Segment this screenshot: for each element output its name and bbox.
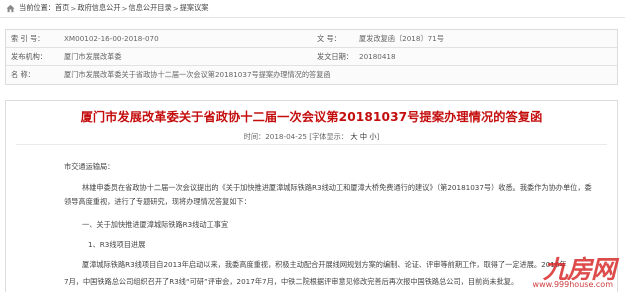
meta-row: 索 引 号： XM00102-16-00-2018-070 文 号： 厦发改复函… [6, 30, 617, 48]
date-value: 20180418 [359, 52, 396, 61]
date-label: 发文日期： [317, 51, 353, 61]
date-prefix: 时间： [243, 132, 266, 141]
name-cell: 名 称： 厦门市发展改革委关于省政协十二届一次会议第20181037号提案办理情… [6, 66, 331, 84]
docno-value: 厦发改复函〔2018〕71号 [359, 33, 444, 43]
docno-label: 文 号： [317, 33, 341, 43]
paragraph: 7月，中国铁路总公司组织召开了R3线“可研”评审会，2017年7月，中铁二院根据… [64, 277, 519, 286]
breadcrumb-gov-info-link[interactable]: 政府信息公开 [77, 3, 120, 13]
paragraph-salutation: 市交通运输局： [64, 162, 115, 171]
meta-row-name: 名 称： 厦门市发展改革委关于省政协十二届一次会议第20181037号提案办理情… [6, 66, 617, 84]
font-size-medium[interactable]: 中 [360, 132, 367, 141]
breadcrumb-proposals-link[interactable]: 提案议案 [180, 3, 209, 13]
docno-cell: 文 号： 厦发改复函〔2018〕71号 [311, 30, 617, 47]
breadcrumb-home-link[interactable]: 首页 [55, 3, 69, 13]
index-value: XM00102-16-00-2018-070 [64, 34, 159, 43]
index-label: 索 引 号： [11, 33, 45, 43]
font-size-large[interactable]: 大 [350, 132, 357, 141]
font-size-close: ] [376, 132, 380, 141]
breadcrumb-separator: > [172, 3, 179, 13]
font-size-small[interactable]: 小 [369, 132, 376, 141]
breadcrumb-separator: > [70, 3, 77, 13]
site-watermark: 九房网 www.999house.com [513, 250, 616, 292]
org-cell: 发布机构： 厦门市发展改革委 [6, 48, 311, 65]
index-cell: 索 引 号： XM00102-16-00-2018-070 [6, 30, 311, 47]
breadcrumb-divider [0, 17, 625, 18]
date-cell: 发文日期： 20180418 [311, 48, 617, 65]
section-heading: 一、关于加快推进厦漳城际铁路R3线动工事宜 [82, 220, 229, 229]
paragraph: 厦漳城际铁路R3线项目自2013年启动以来，我委高度重视，积极主动配合开展线网规… [82, 260, 567, 269]
watermark-url: www.999house.com [532, 280, 613, 289]
publish-date: 2018-04-25 [265, 132, 307, 141]
font-size-label: [字体显示： [309, 132, 349, 141]
breadcrumb: 当前位置： 首页 > 政府信息公开 > 信息公开目录 > 提案议案 [0, 0, 625, 16]
document-meta-table: 索 引 号： XM00102-16-00-2018-070 文 号： 厦发改复函… [5, 29, 618, 85]
meta-row: 发布机构： 厦门市发展改革委 发文日期： 20180418 [6, 48, 617, 66]
article-title: 厦门市发展改革委关于省政协十二届一次会议第20181037号提案办理情况的答复函 [80, 110, 543, 124]
org-value: 厦门市发展改革委 [64, 51, 122, 61]
breadcrumb-catalog-link[interactable]: 信息公开目录 [129, 3, 172, 13]
paragraph: 林雄申委员在省政协十二届一次会议提出的《关于加快推进厦漳城际铁路R3线动工和厦漳… [82, 183, 592, 192]
breadcrumb-prefix: 当前位置： [19, 3, 55, 12]
home-icon [6, 4, 15, 12]
article-divider [16, 144, 607, 145]
name-value: 厦门市发展改革委关于省政协十二届一次会议第20181037号提案办理情况的答复函 [64, 70, 331, 79]
breadcrumb-separator: > [121, 3, 128, 13]
name-label: 名 称： [11, 70, 35, 79]
paragraph: 领导高度重视，进行了专题研究，现将办理情况答复如下： [64, 197, 251, 206]
subsection-heading: 1、R3线项目进展 [88, 240, 146, 249]
article-info: 时间：2018-04-25 [字体显示： 大 中 小] [6, 132, 617, 142]
org-label: 发布机构： [11, 51, 47, 61]
